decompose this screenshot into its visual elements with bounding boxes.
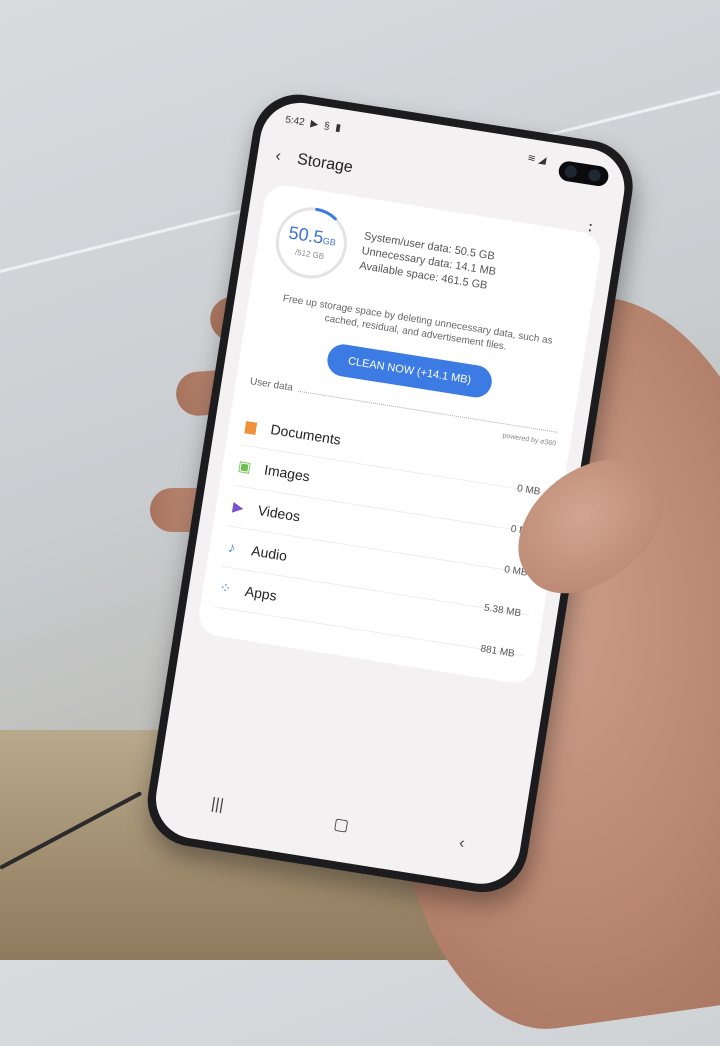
used-unit: GB: [322, 235, 337, 248]
apps-icon: ⁘: [218, 578, 233, 597]
recents-icon[interactable]: |||: [210, 795, 225, 815]
item-size: 881 MB: [479, 643, 516, 660]
signal-icon: ◢: [537, 154, 547, 167]
play-icon: ▶: [309, 118, 319, 131]
item-name: Videos: [256, 501, 302, 525]
item-name: Audio: [250, 542, 289, 564]
front-camera-lens: [587, 168, 602, 183]
image-icon: ▣: [236, 456, 253, 475]
music-note-icon: ♪: [227, 538, 237, 556]
page-title: Storage: [295, 150, 355, 177]
home-icon[interactable]: ▢: [332, 814, 350, 836]
download-icon: ▮: [334, 122, 342, 135]
storage-ring: 50.5GB /512 GB: [267, 198, 356, 287]
item-name: Apps: [243, 582, 278, 604]
sync-icon: §: [323, 120, 331, 133]
document-icon: ▆: [244, 416, 258, 435]
item-name: Images: [263, 461, 312, 485]
used-number: 50.5: [287, 222, 325, 248]
camera-punch-hole: [557, 159, 610, 188]
wifi-icon: ≋: [526, 152, 537, 165]
back-icon[interactable]: ‹: [458, 835, 466, 854]
user-data-list: ▆ Documents 0 MB ▣ Images 0 MB ▶ Videos …: [214, 404, 555, 660]
item-name: Documents: [269, 420, 342, 448]
storage-stats: System/user data: 50.5 GB Unnecessary da…: [358, 229, 499, 295]
back-arrow-icon[interactable]: ‹: [274, 147, 299, 168]
video-icon: ▶: [231, 497, 245, 516]
status-bar: 5:42 ▶ § ▮: [284, 114, 341, 134]
status-time: 5:42: [284, 114, 306, 129]
front-camera-lens: [563, 164, 578, 179]
status-right-icons: ≋ ◢: [527, 153, 547, 167]
storage-card: 50.5GB /512 GB System/user data: 50.5 GB…: [196, 182, 604, 686]
